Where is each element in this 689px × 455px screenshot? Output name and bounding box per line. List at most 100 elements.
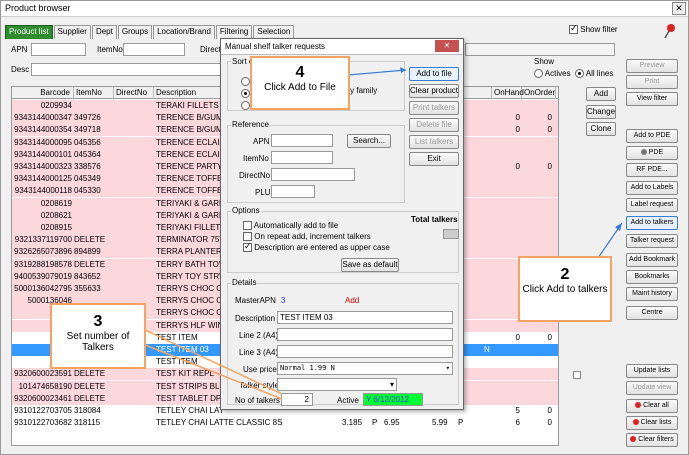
sort-radio-3[interactable] — [241, 101, 250, 111]
cell-barcode: 9320600023591 — [14, 369, 72, 379]
ref-directno-input[interactable] — [271, 168, 355, 181]
save-default-button[interactable]: Save as default — [341, 258, 399, 272]
pde-button[interactable]: PDE — [626, 146, 678, 160]
rf-pde-button[interactable]: RF PDE... — [626, 163, 678, 177]
cell-flag — [484, 137, 494, 149]
ref-itemno-input[interactable] — [271, 151, 333, 164]
option-increment[interactable]: On repeat add, increment talkers — [243, 232, 371, 242]
tab-filtering[interactable]: Filtering — [215, 25, 253, 39]
show-filter-toggle[interactable]: Show filter — [569, 23, 618, 35]
add-bookmark-button[interactable]: Add Bookmark — [626, 253, 678, 267]
pin-icon[interactable] — [663, 23, 677, 39]
ref-apn-input[interactable] — [271, 134, 333, 147]
ref-plu-input[interactable] — [271, 185, 315, 198]
cell-flag — [484, 161, 494, 173]
add-button[interactable]: Add — [586, 87, 616, 101]
delete-file-button[interactable]: Delete file — [409, 118, 459, 132]
line2-input[interactable] — [277, 328, 453, 341]
view-filter-button[interactable]: View filter — [626, 92, 678, 106]
dialog-close-icon[interactable]: ✕ — [435, 40, 459, 52]
callout-4-text: Click Add to File — [264, 82, 336, 93]
cell-onhand — [494, 173, 520, 185]
change-button[interactable]: Change — [586, 105, 616, 119]
add-to-file-button[interactable]: Add to file — [409, 67, 459, 81]
talker-style-select[interactable]: ▾ — [277, 378, 397, 391]
show-all-lines-option[interactable]: All lines — [575, 69, 613, 79]
label-request-button[interactable]: Label request — [626, 198, 678, 212]
tab-product-list[interactable]: Product list — [5, 25, 53, 39]
ref-itemno-label: ItemNo — [243, 154, 269, 163]
actives-radio[interactable] — [534, 69, 543, 79]
cell-barcode: 0208621 — [40, 210, 72, 220]
line3-input[interactable] — [277, 345, 453, 358]
all-lines-radio[interactable] — [575, 69, 584, 79]
upper-case-checkbox[interactable] — [243, 241, 252, 253]
sort-radio-1-dot[interactable] — [241, 77, 250, 87]
callout-4-number: 4 — [295, 64, 305, 81]
add-to-labels-button[interactable]: Add to Labels — [626, 181, 678, 195]
desc-input[interactable] — [31, 63, 221, 76]
option-auto-add[interactable]: Automatically add to file — [243, 221, 338, 231]
clear-all-button[interactable]: Clear all — [626, 399, 678, 413]
add-to-pde-button[interactable]: Add to PDE — [626, 129, 678, 143]
col-itemno[interactable]: ItemNo — [74, 87, 114, 99]
tab-selection[interactable]: Selection — [253, 25, 295, 39]
cell-itemno: 843652 — [74, 271, 101, 281]
table-row[interactable]: 9310122703682 318115 TETLEY CHAI LATTE CLA… — [12, 417, 558, 430]
increment-checkbox[interactable] — [243, 232, 252, 242]
cell-flag — [484, 112, 494, 124]
centre-button[interactable]: Centre — [626, 306, 678, 320]
cell-barcode: 9343144000323 — [14, 162, 72, 171]
show-filter-checkbox[interactable] — [569, 23, 578, 35]
cell-barcode: 9343144000125 — [14, 174, 72, 184]
col-directno[interactable]: DirectNo — [114, 87, 154, 99]
clear-product-button[interactable]: Clear product — [409, 84, 459, 98]
auto-add-checkbox[interactable] — [243, 221, 252, 231]
line2-label: Line 2 (A4) — [239, 331, 279, 340]
tab-location-brand[interactable]: Location/Brand — [153, 25, 215, 39]
close-icon[interactable]: ✕ — [672, 2, 686, 15]
clone-button[interactable]: Clone — [586, 122, 616, 136]
clear-lists-button[interactable]: Clear lists — [626, 416, 678, 430]
sort-radio-2[interactable] — [241, 89, 250, 99]
talker-request-button[interactable]: Talker request — [626, 234, 678, 248]
exit-button[interactable]: Exit — [409, 152, 459, 166]
col-barcode[interactable]: Barcode — [12, 87, 74, 99]
add-to-talkers-button[interactable]: Add to talkers — [626, 216, 678, 230]
sort-radio-2-dot[interactable] — [241, 89, 250, 99]
col-onorder[interactable]: OnOrder — [522, 87, 556, 99]
tab-supplier[interactable]: Supplier — [53, 25, 91, 39]
active-value[interactable]: Y 6/12/2012 — [363, 393, 423, 406]
option-upper-case[interactable]: Description are entered as upper case — [243, 241, 390, 253]
preview-button[interactable]: Preview — [626, 59, 678, 73]
apn-input[interactable] — [31, 43, 86, 56]
tab-dept[interactable]: Dept — [91, 25, 117, 39]
cell-onorder — [524, 198, 552, 210]
cell-flag — [484, 320, 494, 332]
print-talkers-button[interactable]: Print talkers — [409, 101, 459, 115]
search-button[interactable]: Search... — [347, 134, 391, 148]
clear-filters-button[interactable]: Clear filters — [626, 433, 678, 447]
show-actives-option[interactable]: Actives — [534, 69, 571, 79]
grid-scroll-thumb[interactable] — [573, 371, 581, 379]
sort-radio-1[interactable] — [241, 77, 250, 87]
use-price-select[interactable]: Normal 1.99 N ▾ — [277, 362, 453, 375]
filter-combo[interactable] — [465, 43, 615, 56]
list-talkers-button[interactable]: List talkers — [409, 135, 459, 149]
itemno-input[interactable] — [123, 43, 185, 56]
maint-history-button[interactable]: Maint history — [626, 287, 678, 301]
total-talkers-value — [443, 229, 459, 239]
apn-label: APN — [11, 45, 28, 54]
bookmarks-button[interactable]: Bookmarks — [626, 270, 678, 284]
cell-onhand — [494, 271, 520, 283]
cell-itemno: 318115 — [74, 418, 101, 428]
no-talkers-input[interactable]: 2 — [281, 393, 313, 406]
sort-radio-3-dot[interactable] — [241, 101, 250, 111]
col-onhand[interactable]: OnHand — [492, 87, 524, 99]
add-link[interactable]: Add — [345, 296, 359, 305]
description-input[interactable]: TEST ITEM 03 — [277, 311, 453, 324]
print-button[interactable]: Print — [626, 75, 678, 89]
tab-groups[interactable]: Groups — [117, 25, 153, 39]
update-lists-button[interactable]: Update lists — [626, 364, 678, 378]
update-view-button[interactable]: Update view — [626, 381, 678, 395]
